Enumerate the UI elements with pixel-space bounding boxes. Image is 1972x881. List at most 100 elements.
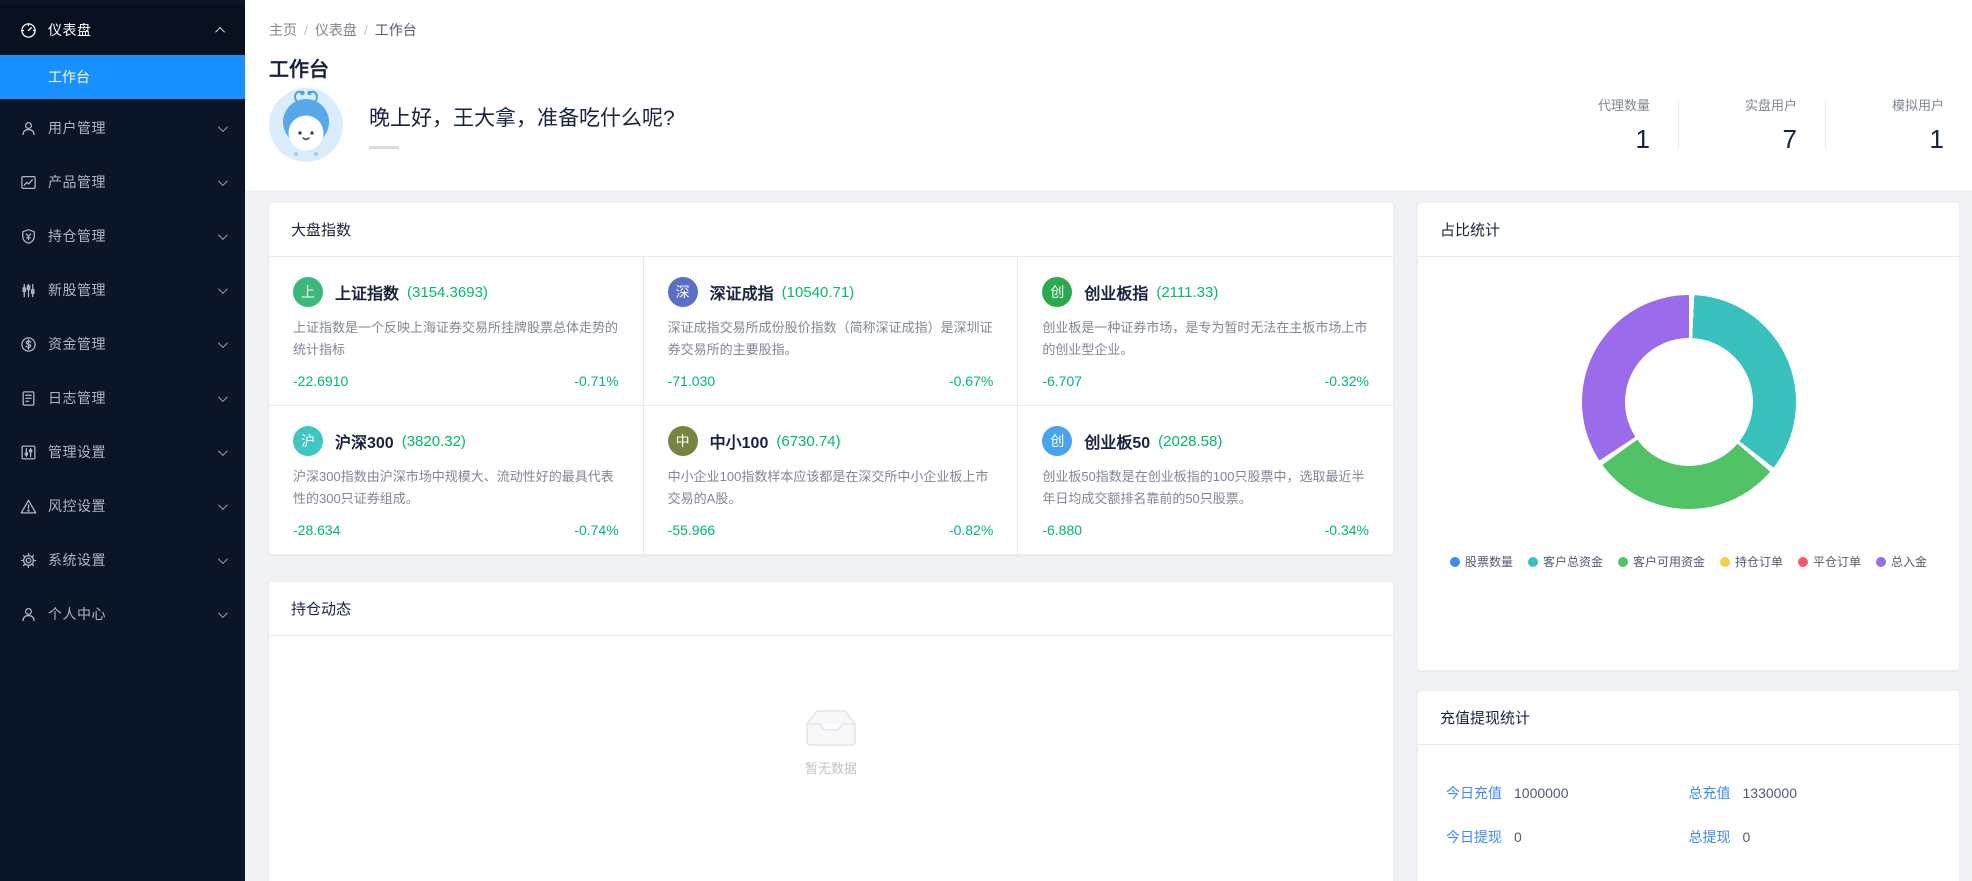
- sidebar-item-个人中心[interactable]: 个人中心: [0, 589, 245, 639]
- stat-divider: [1825, 101, 1826, 149]
- breadcrumb-item: 工作台: [375, 22, 417, 38]
- chevron-down-icon: [218, 392, 228, 402]
- greeting-text: 晚上好，王大拿，准备吃什么呢?: [369, 102, 675, 132]
- recharge-stat-总充值: 总充值1330000: [1689, 783, 1932, 803]
- stat-代理数量: 代理数量 1: [1546, 95, 1664, 155]
- avatar: [269, 88, 343, 162]
- legend-item-总入金[interactable]: 总入金: [1876, 553, 1927, 570]
- legend-item-客户总资金[interactable]: 客户总资金: [1528, 553, 1603, 570]
- legend-label: 客户可用资金: [1633, 553, 1705, 570]
- recharge-stat-value: 0: [1514, 829, 1522, 845]
- positions-title: 持仓动态: [269, 582, 1393, 636]
- chevron-down-icon: [218, 338, 228, 348]
- index-tile-创业板50: 创创业板50(2028.58)创业板50指数是在创业板指的100只股票中，选取最…: [1018, 406, 1393, 554]
- index-name: 创业板指: [1084, 280, 1148, 304]
- index-tile-上证指数: 上上证指数(3154.3693)上证指数是一个反映上海证券交易所挂牌股票总体走势…: [269, 257, 644, 406]
- header-stats: 代理数量 1 实盘用户 7 模拟用户 1: [1546, 95, 1958, 155]
- stat-value: 1: [1840, 124, 1944, 155]
- legend-dot-icon: [1528, 557, 1538, 567]
- index-name: 深证成指: [710, 280, 774, 304]
- stat-value: 1: [1546, 124, 1650, 155]
- index-tile-沪深300: 沪沪深300(3820.32)沪深300指数由沪深市场中规模大、流动性好的最具代…: [269, 406, 644, 554]
- index-description: 创业板50指数是在创业板指的100只股票中，选取最近半年日均成交额排名靠前的50…: [1042, 466, 1369, 510]
- stat-实盘用户: 实盘用户 7: [1693, 95, 1811, 155]
- legend-item-持仓订单[interactable]: 持仓订单: [1720, 553, 1783, 570]
- sidebar-item-label: 管理设置: [48, 442, 218, 462]
- legend-dot-icon: [1798, 557, 1808, 567]
- breadcrumb-item[interactable]: 主页: [269, 22, 297, 38]
- stat-label: 实盘用户: [1693, 95, 1797, 114]
- sidebar-item-label: 个人中心: [48, 604, 218, 624]
- sidebar-item-label: 日志管理: [48, 388, 218, 408]
- index-badge-icon: 沪: [293, 426, 323, 456]
- sidebar-item-持仓管理[interactable]: 持仓管理: [0, 211, 245, 261]
- position-shield-icon: [19, 227, 37, 245]
- breadcrumb-item[interactable]: 仪表盘: [315, 22, 357, 38]
- index-change: -28.634: [293, 522, 340, 538]
- sidebar-item-风控设置[interactable]: 风控设置: [0, 481, 245, 531]
- chevron-down-icon: [218, 284, 228, 294]
- chevron-down-icon: [218, 446, 228, 456]
- recharge-stat-label: 今日充值: [1446, 785, 1502, 801]
- recharge-stat-总提现: 总提现 0: [1689, 827, 1932, 847]
- index-quote: (2111.33): [1156, 284, 1218, 301]
- sidebar-item-系统设置[interactable]: 系统设置: [0, 535, 245, 585]
- legend-label: 总入金: [1891, 553, 1927, 570]
- page-header: 主页/仪表盘/工作台 工作台: [245, 0, 1972, 190]
- recharge-stat-今日提现: 今日提现0: [1446, 827, 1689, 847]
- index-change-percent: -0.74%: [574, 522, 618, 538]
- breadcrumb: 主页/仪表盘/工作台: [245, 0, 1972, 40]
- legend-item-股票数量[interactable]: 股票数量: [1450, 553, 1513, 570]
- market-index-title: 大盘指数: [269, 203, 1393, 257]
- recharge-stat-value: 1330000: [1743, 785, 1798, 801]
- legend-item-客户可用资金[interactable]: 客户可用资金: [1618, 553, 1705, 570]
- chart-legend: 股票数量客户总资金 客户可用资金持仓订单平仓订单 总入金: [1418, 553, 1959, 570]
- index-change-percent: -0.82%: [949, 522, 993, 538]
- index-tile-创业板指: 创创业板指(2111.33)创业板是一种证券市场，是专为暂时无法在主板市场上市的…: [1018, 257, 1393, 406]
- index-badge-icon: 上: [293, 277, 323, 307]
- legend-dot-icon: [1876, 557, 1886, 567]
- sidebar-item-日志管理[interactable]: 日志管理: [0, 373, 245, 423]
- sidebar-item-管理设置[interactable]: 管理设置: [0, 427, 245, 477]
- sidebar-item-仪表盘[interactable]: 仪表盘: [0, 5, 245, 55]
- donut-chart: [1582, 295, 1796, 509]
- sidebar-subitem-工作台[interactable]: 工作台: [0, 55, 245, 99]
- sidebar-item-新股管理[interactable]: 新股管理: [0, 265, 245, 315]
- sidebar: 仪表盘工作台用户管理产品管理持仓管理新股管理资金管理日志管理管理设置风控设置系统…: [0, 0, 245, 881]
- index-description: 中小企业100指数样本应该都是在深交所中小企业板上市交易的A股。: [668, 466, 994, 510]
- sidebar-item-产品管理[interactable]: 产品管理: [0, 157, 245, 207]
- index-change: -6.707: [1042, 373, 1082, 389]
- index-change: -55.966: [668, 522, 715, 538]
- stat-label: 代理数量: [1546, 95, 1650, 114]
- sidebar-item-label: 产品管理: [48, 172, 218, 192]
- legend-item-平仓订单[interactable]: 平仓订单: [1798, 553, 1861, 570]
- index-badge-icon: 深: [668, 277, 698, 307]
- user-manage-icon: [19, 119, 37, 137]
- sidebar-item-用户管理[interactable]: 用户管理: [0, 103, 245, 153]
- chevron-down-icon: [218, 554, 228, 564]
- recharge-stat-label: 总提现: [1689, 829, 1731, 845]
- sidebar-item-label: 风控设置: [48, 496, 218, 516]
- chevron-down-icon: [218, 500, 228, 510]
- index-name: 创业板50: [1084, 429, 1150, 453]
- sidebar-item-label: 仪表盘: [48, 20, 218, 40]
- stat-value: 7: [1693, 124, 1797, 155]
- index-badge-icon: 创: [1042, 426, 1072, 456]
- sidebar-item-资金管理[interactable]: 资金管理: [0, 319, 245, 369]
- index-change: -71.030: [668, 373, 715, 389]
- index-change: -22.6910: [293, 373, 348, 389]
- index-change: -6.880: [1042, 522, 1082, 538]
- index-name: 沪深300: [335, 429, 394, 453]
- recharge-stat-value: 0: [1743, 829, 1751, 845]
- sidebar-item-label: 持仓管理: [48, 226, 218, 246]
- dashboard-icon: [19, 21, 37, 39]
- ratio-card: 占比统计 股票数量客户总资金客户可用资金持仓订单平仓订单总入金: [1417, 202, 1960, 671]
- breadcrumb-separator: /: [364, 22, 368, 38]
- index-quote: (3820.32): [402, 433, 466, 450]
- index-change-percent: -0.67%: [949, 373, 993, 389]
- legend-dot-icon: [1450, 557, 1460, 567]
- index-badge-icon: 中: [668, 426, 698, 456]
- stat-模拟用户: 模拟用户 1: [1840, 95, 1958, 155]
- stat-label: 模拟用户: [1840, 95, 1944, 114]
- legend-dot-icon: [1720, 557, 1730, 567]
